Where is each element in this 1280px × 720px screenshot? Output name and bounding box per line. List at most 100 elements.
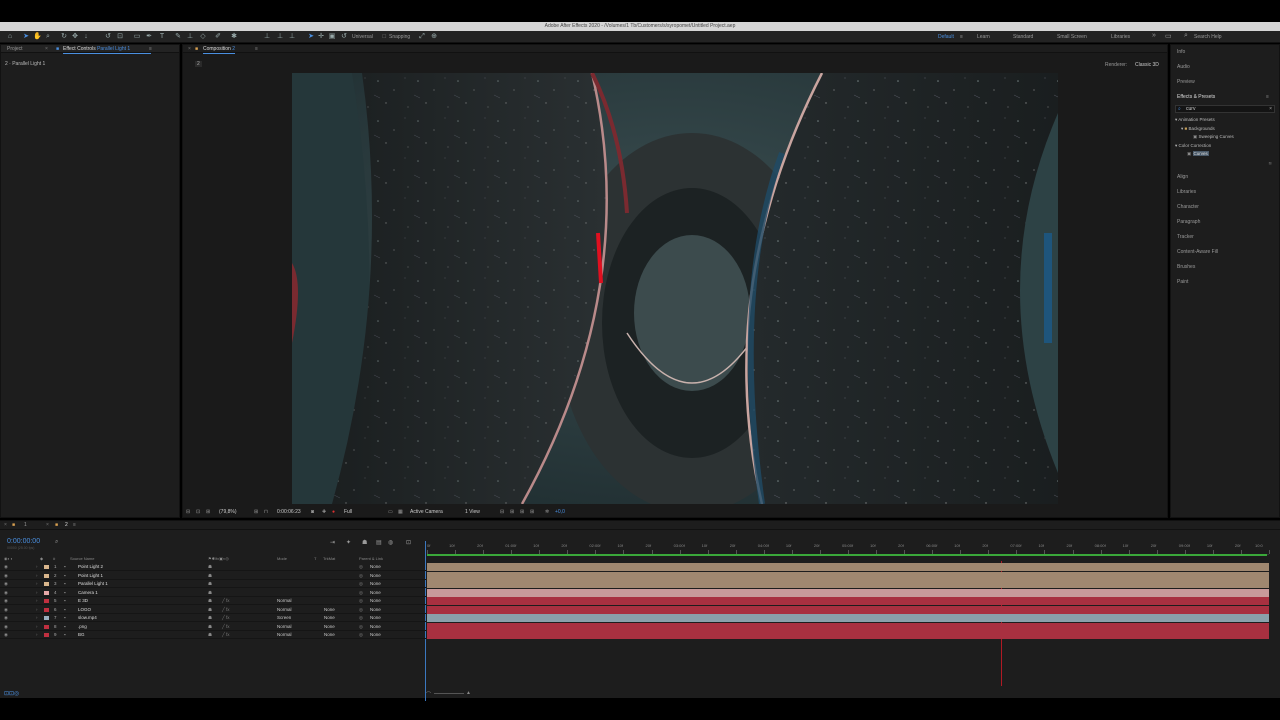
universal-label[interactable]: Universal [352,34,373,40]
layer-duration-bar[interactable] [427,571,1269,580]
layer-row[interactable]: ◉ › 8 ▪ .png ☗ ╱ fx Normal None ◎ None [0,623,426,631]
shy-switch-icon[interactable]: ☗ [208,606,212,614]
clear-search-icon[interactable]: × [1269,106,1272,113]
parent-dropdown[interactable]: None [370,606,381,614]
trkmat-dropdown[interactable]: None [324,614,335,622]
current-time-display[interactable]: 0:00:06:23 [277,509,301,515]
eye-icon[interactable]: ◉ [4,589,8,597]
layer-row[interactable]: ◉ › 6 ▪ LOGO ☗ ╱ fx Normal None ◎ None [0,606,426,614]
search-icon[interactable]: ⌕ [55,539,58,546]
layer-duration-bar[interactable] [427,580,1269,588]
resolution-dropdown[interactable]: Full [344,509,352,515]
zoom-dropdown[interactable]: (79,8%) [219,509,237,515]
always-preview-icon[interactable]: ⊟ [186,509,190,515]
layer-duration-bar[interactable] [427,588,1269,597]
mode-dropdown[interactable]: Normal [277,631,292,639]
layer-row[interactable]: ◉ › 4 ▪ Camera 1 ☗ ◎ None [0,589,426,597]
pickwhip-icon[interactable]: ◎ [359,606,363,614]
parent-dropdown[interactable]: None [370,572,381,580]
layer-row[interactable]: ◉ › 9 ▪ BG ☗ ╱ fx Normal None ◎ None [0,631,426,639]
parent-dropdown[interactable]: None [370,623,381,631]
layer-name[interactable]: Point Light 2 [78,563,103,571]
layer-duration-bar[interactable] [427,614,1269,622]
expand-arrow-icon[interactable]: › [36,580,38,588]
parent-link-column[interactable]: Parent & Link [359,555,383,562]
workspace-learn[interactable]: Learn [977,34,990,40]
hand-tool-icon[interactable]: ✋ [33,33,42,41]
move-gizmo-icon[interactable]: ✛ [317,33,325,41]
layer-duration-bar[interactable] [427,631,1269,639]
layer-row[interactable]: ◉ › 1 ▪ Point Light 2 ☗ ◎ None [0,563,426,571]
label-color-swatch[interactable] [44,590,49,595]
source-name-column[interactable]: Source Name [70,555,94,562]
eye-icon[interactable]: ◉ [4,597,8,605]
frame-blending-icon[interactable]: ▤ [376,539,382,546]
rotate-gizmo-icon[interactable]: ↺ [340,33,348,41]
fx-switch-icon[interactable]: ╱ fx [222,606,229,614]
timeline-zoom-slider[interactable] [434,693,464,694]
work-area-bar[interactable] [427,554,1267,556]
tree-sweeping-curves[interactable]: ▣ Sweeping Curves [1193,134,1234,140]
panel-tracker[interactable]: Tracker [1177,234,1194,240]
pickwhip-icon[interactable]: ◎ [359,623,363,631]
label-color-swatch[interactable] [44,573,49,578]
dolly-camera-icon[interactable]: ↓ [82,33,90,41]
eye-icon[interactable]: ◉ [4,631,8,639]
panel-content-aware-fill[interactable]: Content-Aware Fill [1177,249,1218,255]
renderer-value[interactable]: Classic 3D [1135,62,1159,68]
label-color-swatch[interactable] [44,633,49,637]
exposure-icon[interactable]: ✲ [545,509,549,515]
world-axis-icon[interactable]: ⊥ [276,33,284,41]
panel-paint[interactable]: Paint [1177,279,1188,285]
lock-icon[interactable]: ■ [56,45,59,53]
expand-arrow-icon[interactable]: › [36,572,38,580]
close-icon[interactable]: × [4,522,7,528]
snapping-checkbox[interactable]: ☐ [382,34,386,40]
sync-settings-icon[interactable]: ▭ [1165,32,1172,40]
expand-arrow-icon[interactable]: › [36,623,38,631]
zoom-out-icon[interactable]: ⌒ [426,691,431,698]
fx-switch-icon[interactable]: ╱ fx [222,597,229,605]
tree-color-correction[interactable]: ▾ Color Correction [1175,143,1211,149]
snapshot-icon[interactable]: ◙ [311,509,314,515]
effects-search-field[interactable]: ⌕ curv × [1175,105,1275,113]
layer-row[interactable]: ◉ › 3 ▪ Parallel Light 1 ☗ ◎ None [0,580,426,588]
layer-row[interactable]: ◉ › 2 ▪ Point Light 1 ☗ ◎ None [0,572,426,580]
layer-duration-bar[interactable] [427,597,1269,605]
parent-dropdown[interactable]: None [370,563,381,571]
shy-switch-icon[interactable]: ☗ [208,614,212,622]
fx-switch-icon[interactable]: ╱ fx [222,631,229,639]
selection-tool-icon[interactable]: ➤ [22,33,30,41]
tree-backgrounds[interactable]: ▾ ■ Backgrounds [1181,126,1215,132]
layer-switches-toggle-icon[interactable]: ⊡⊡◎ [4,690,19,697]
zoom-in-icon[interactable]: ▲ [466,690,471,696]
layer-duration-bar[interactable] [427,622,1269,631]
view-layout-dropdown[interactable]: 1 View [465,509,480,515]
expand-arrow-icon[interactable]: › [36,614,38,622]
trkmat-dropdown[interactable]: None [324,606,335,614]
shy-switch-icon[interactable]: ☗ [208,631,212,639]
layer-name[interactable]: Parallel Light 1 [78,580,108,588]
layer-name[interactable]: .png [78,623,87,631]
eraser-tool-icon[interactable]: ◇ [199,33,207,41]
show-channel-icon[interactable]: ✚ [322,509,326,515]
zoom-tool-icon[interactable]: ⌕ [44,33,52,41]
panel-menu-icon[interactable]: ≡ [255,45,258,53]
panel-preview[interactable]: Preview [1177,79,1195,85]
eye-icon[interactable]: ◉ [4,572,8,580]
layer-duration-bar[interactable] [427,563,1269,571]
timeline-current-time[interactable]: 0:00:00:00 [7,538,40,545]
mode-dropdown[interactable]: Normal [277,623,292,631]
panel-menu-icon[interactable]: ≡ [1266,94,1269,100]
draft-3d-icon[interactable]: ✦ [346,539,351,546]
parent-dropdown[interactable]: None [370,631,381,639]
puppet-tool-icon[interactable]: ✱ [230,33,238,41]
region-of-interest-icon[interactable]: ▭ [388,509,393,515]
type-tool-icon[interactable]: T [158,33,166,41]
snap-target-icon[interactable]: ⊕ [430,33,438,41]
eye-icon[interactable]: ◉ [4,614,8,622]
anchor-tool-icon[interactable]: ⊡ [116,33,124,41]
parent-dropdown[interactable]: None [370,614,381,622]
shy-layers-icon[interactable]: ☗ [362,539,367,546]
expand-arrow-icon[interactable]: › [36,606,38,614]
